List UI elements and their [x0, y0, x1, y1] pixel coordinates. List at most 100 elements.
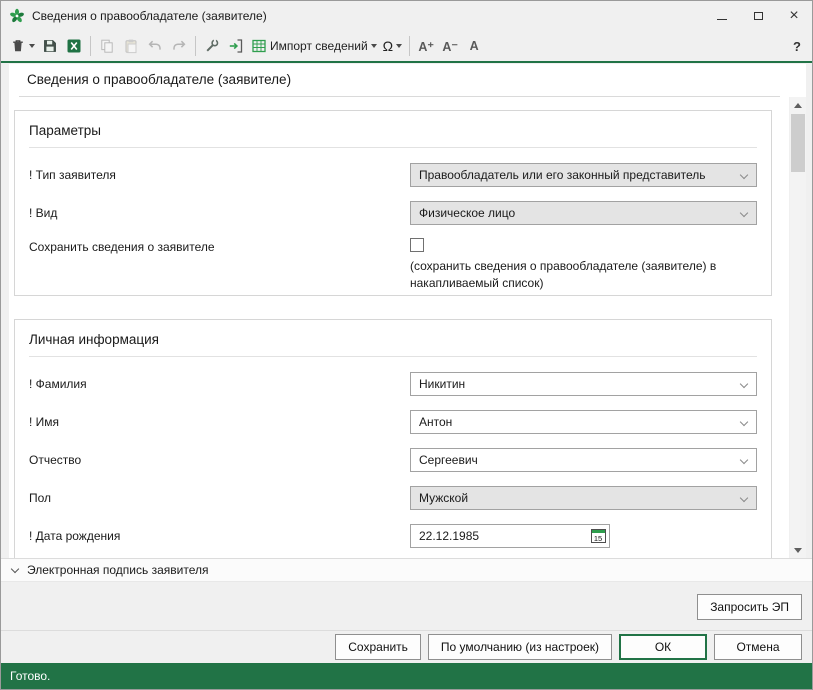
- save-applicant-label: Сохранить сведения о заявителе: [29, 238, 410, 254]
- chevron-down-icon: [11, 564, 19, 572]
- font-increase-button[interactable]: А⁺: [414, 34, 438, 58]
- form-row: ! Тип заявителя Правообладатель или его …: [29, 156, 757, 194]
- footer-buttons: Сохранить По умолчанию (из настроек) ОК …: [1, 630, 812, 663]
- import-data-menu-button[interactable]: Импорт сведений: [248, 34, 380, 58]
- triangle-down-icon: [794, 548, 802, 553]
- status-text: Готово.: [10, 669, 50, 683]
- redo-icon: [171, 38, 187, 54]
- font-reset-icon: А: [470, 39, 479, 53]
- copy-button[interactable]: [95, 34, 119, 58]
- close-icon: ×: [789, 8, 798, 24]
- chevron-down-icon: [740, 171, 748, 179]
- trash-icon: [10, 38, 26, 54]
- patronymic-value: Сергеевич: [419, 453, 478, 467]
- calendar-button[interactable]: 15: [587, 525, 609, 547]
- kind-dropdown[interactable]: Физическое лицо: [410, 201, 757, 225]
- form-row: ! Фамилия Никитин: [29, 365, 757, 403]
- scroll-down-button[interactable]: [790, 542, 806, 558]
- import-icon: [228, 38, 244, 54]
- chevron-down-icon: [740, 418, 748, 426]
- font-decrease-button[interactable]: А⁻: [438, 34, 462, 58]
- redo-button[interactable]: [167, 34, 191, 58]
- paste-icon: [123, 38, 139, 54]
- import-data-menu-label: Импорт сведений: [270, 39, 368, 53]
- maximize-button[interactable]: [740, 1, 776, 31]
- chevron-down-icon: [740, 456, 748, 464]
- paste-button[interactable]: [119, 34, 143, 58]
- chevron-down-icon: [740, 380, 748, 388]
- applicant-type-value: Правообладатель или его законный предста…: [419, 168, 705, 182]
- wrench-icon: [204, 38, 220, 54]
- special-symbols-button[interactable]: Ω: [380, 34, 405, 58]
- status-bar: Готово.: [1, 663, 812, 689]
- scroll-up-button[interactable]: [790, 97, 806, 113]
- lastname-combobox[interactable]: Никитин: [410, 372, 757, 396]
- page-title: Сведения о правообладателе (заявителе): [27, 72, 291, 87]
- excel-export-button[interactable]: [62, 34, 86, 58]
- birthdate-field[interactable]: 22.12.1985 15: [410, 524, 610, 548]
- tools-button[interactable]: [200, 34, 224, 58]
- cancel-button[interactable]: Отмена: [714, 634, 802, 660]
- save-applicant-note: (сохранить сведения о правообладателе (з…: [410, 258, 757, 292]
- group-parameters-title: Параметры: [29, 111, 757, 138]
- close-button[interactable]: ×: [776, 1, 812, 31]
- import-button[interactable]: [224, 34, 248, 58]
- window-controls: ×: [704, 1, 812, 31]
- font-increase-icon: А⁺: [418, 39, 434, 54]
- kind-value: Физическое лицо: [419, 206, 515, 220]
- save-applicant-control: (сохранить сведения о правообладателе (з…: [410, 238, 757, 292]
- form-scroll-area: Параметры ! Тип заявителя Правообладател…: [9, 97, 789, 558]
- gender-value: Мужской: [419, 491, 468, 505]
- dropdown-caret-icon: [29, 44, 35, 48]
- form-row: Отчество Сергеевич: [29, 441, 757, 479]
- gender-label: Пол: [29, 491, 410, 505]
- scrollbar-thumb[interactable]: [791, 114, 805, 172]
- group-personal-title: Личная информация: [29, 320, 757, 347]
- vertical-scrollbar[interactable]: [790, 97, 806, 558]
- signature-section-header[interactable]: Электронная подпись заявителя: [1, 558, 812, 582]
- clear-button[interactable]: [7, 34, 38, 58]
- font-decrease-icon: А⁻: [442, 39, 458, 54]
- applicant-type-dropdown[interactable]: Правообладатель или его законный предста…: [410, 163, 757, 187]
- triangle-up-icon: [794, 103, 802, 108]
- minimize-button[interactable]: [704, 1, 740, 31]
- maximize-icon: [754, 12, 763, 20]
- birthdate-label: ! Дата рождения: [29, 529, 410, 543]
- save-button[interactable]: Сохранить: [335, 634, 421, 660]
- kind-label: ! Вид: [29, 206, 410, 220]
- defaults-button[interactable]: По умолчанию (из настроек): [428, 634, 612, 660]
- ok-button[interactable]: ОК: [619, 634, 707, 660]
- toolbar-separator: [90, 36, 91, 56]
- font-reset-button[interactable]: А: [462, 34, 486, 58]
- patronymic-combobox[interactable]: Сергеевич: [410, 448, 757, 472]
- form-row: ! Вид Физическое лицо: [29, 194, 757, 232]
- toolbar: Импорт сведений Ω А⁺ А⁻ А ?: [1, 31, 812, 63]
- omega-icon: Ω: [383, 38, 393, 54]
- calendar-icon-day: 15: [592, 535, 605, 543]
- birthdate-value: 22.12.1985: [419, 529, 479, 543]
- window-title: Сведения о правообладателе (заявителе): [32, 9, 267, 23]
- save-file-button[interactable]: [38, 34, 62, 58]
- toolbar-separator: [409, 36, 410, 56]
- undo-button[interactable]: [143, 34, 167, 58]
- group-title-divider: [29, 356, 757, 357]
- app-window: Сведения о правообладателе (заявителе) ×: [0, 0, 813, 690]
- request-signature-button[interactable]: Запросить ЭП: [697, 594, 802, 620]
- calendar-icon: 15: [591, 529, 606, 543]
- signature-section-title: Электронная подпись заявителя: [27, 563, 208, 577]
- applicant-type-label: ! Тип заявителя: [29, 168, 410, 182]
- form-row: Сохранить сведения о заявителе (сохранит…: [29, 232, 757, 298]
- minimize-icon: [717, 19, 727, 20]
- undo-icon: [147, 38, 163, 54]
- lastname-label: ! Фамилия: [29, 377, 410, 391]
- group-parameters: Параметры ! Тип заявителя Правообладател…: [14, 110, 772, 296]
- help-button[interactable]: ?: [793, 39, 801, 54]
- copy-icon: [99, 38, 115, 54]
- save-applicant-checkbox[interactable]: [410, 238, 424, 252]
- titlebar[interactable]: Сведения о правообладателе (заявителе) ×: [1, 1, 812, 31]
- signature-actions-row: Запросить ЭП: [1, 583, 812, 630]
- dropdown-caret-icon: [371, 44, 377, 48]
- gender-dropdown[interactable]: Мужской: [410, 486, 757, 510]
- firstname-combobox[interactable]: Антон: [410, 410, 757, 434]
- chevron-down-icon: [740, 494, 748, 502]
